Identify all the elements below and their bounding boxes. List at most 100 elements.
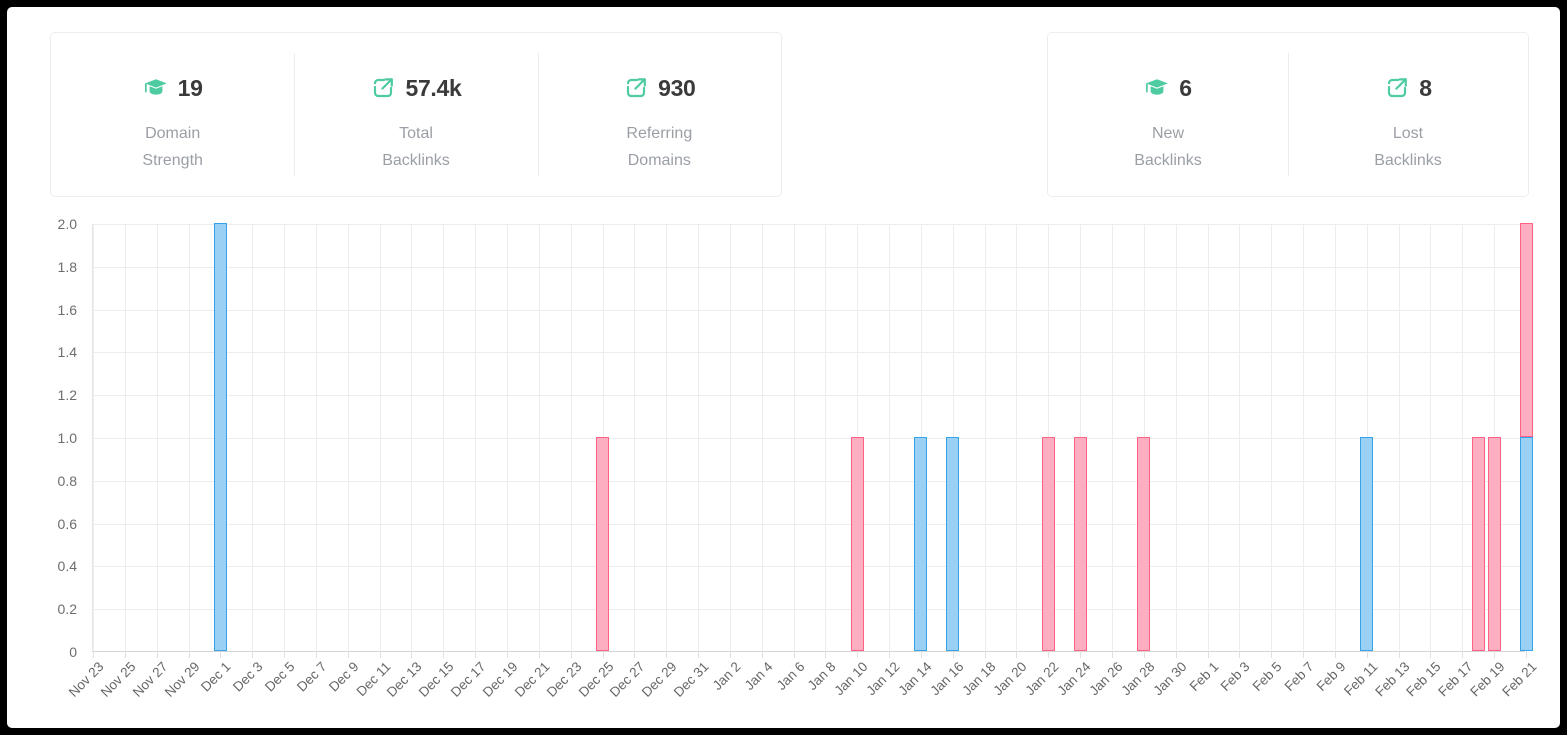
stat-value: 930 <box>658 75 695 101</box>
x-axis-tick <box>316 651 317 658</box>
chart-plot-area[interactable] <box>92 224 1525 652</box>
gridline-vertical <box>1176 224 1177 651</box>
bar-lost-backlinks[interactable] <box>1042 437 1055 651</box>
bar-lost-backlinks[interactable] <box>1520 223 1533 437</box>
x-axis-tick <box>1526 651 1527 658</box>
gridline-vertical <box>93 224 94 651</box>
x-axis-tick <box>1048 651 1049 658</box>
y-axis-tick-label: 1.0 <box>58 430 77 446</box>
gridline-vertical <box>698 224 699 651</box>
gridline-vertical <box>252 224 253 651</box>
x-axis-tick <box>794 651 795 658</box>
gridline-vertical <box>189 224 190 651</box>
gridline-vertical <box>985 224 986 651</box>
gridline-vertical <box>1239 224 1240 651</box>
stat-value-row: 930 <box>623 73 695 103</box>
x-axis-tick <box>921 651 922 658</box>
gridline-vertical <box>1430 224 1431 651</box>
y-axis-tick-label: 0.6 <box>58 516 77 532</box>
bar-new-backlinks[interactable] <box>1520 437 1533 651</box>
x-axis-tick <box>252 651 253 658</box>
gridline-vertical <box>825 224 826 651</box>
primary-metrics-card: 19Domain Strength57.4kTotal Backlinks930… <box>50 32 782 197</box>
x-axis-tick <box>157 651 158 658</box>
gridline-vertical <box>730 224 731 651</box>
bar-lost-backlinks[interactable] <box>596 437 609 651</box>
x-axis-tick <box>634 651 635 658</box>
x-axis-tick <box>857 651 858 658</box>
backlinks-overview-panel: 19Domain Strength57.4kTotal Backlinks930… <box>7 7 1560 728</box>
y-axis-tick-label: 1.6 <box>58 302 77 318</box>
bar-new-backlinks[interactable] <box>946 437 959 651</box>
screenshot-root: 19Domain Strength57.4kTotal Backlinks930… <box>0 0 1567 735</box>
x-axis-tick <box>475 651 476 658</box>
gridline-vertical <box>475 224 476 651</box>
x-axis-tick <box>93 651 94 658</box>
stat-referring-domains: 930 Referring Domains <box>538 33 781 196</box>
gridline-vertical <box>1399 224 1400 651</box>
bar-lost-backlinks[interactable] <box>851 437 864 651</box>
x-axis-tick <box>1335 651 1336 658</box>
gridline-vertical <box>1016 224 1017 651</box>
bar-lost-backlinks[interactable] <box>1472 437 1485 651</box>
stat-value: 57.4k <box>405 75 461 101</box>
stat-value: 6 <box>1179 75 1192 101</box>
x-axis-tick <box>762 651 763 658</box>
x-axis-tick <box>189 651 190 658</box>
gridline-vertical <box>284 224 285 651</box>
gridline-horizontal <box>93 524 1525 525</box>
x-axis-tick <box>1176 651 1177 658</box>
bar-new-backlinks[interactable] <box>914 437 927 651</box>
x-axis-tick <box>889 651 890 658</box>
bar-new-backlinks[interactable] <box>214 223 227 651</box>
x-axis-tick <box>985 651 986 658</box>
external-link-icon <box>623 75 649 101</box>
x-axis-tick <box>730 651 731 658</box>
y-axis-tick-label: 0.2 <box>58 601 77 617</box>
x-axis-tick <box>825 651 826 658</box>
gridline-vertical <box>666 224 667 651</box>
stat-label: Referring Domains <box>626 120 692 174</box>
x-axis-tick <box>380 651 381 658</box>
gridline-vertical <box>1112 224 1113 651</box>
external-link-icon <box>370 75 396 101</box>
stat-domain-strength: 19 Domain Strength <box>51 33 294 196</box>
x-axis-tick <box>953 651 954 658</box>
x-axis-tick <box>1462 651 1463 658</box>
gridline-vertical <box>443 224 444 651</box>
gridline-horizontal <box>93 395 1525 396</box>
x-axis-tick <box>1430 651 1431 658</box>
y-axis-tick-label: 0 <box>69 644 77 660</box>
y-axis-tick-label: 1.8 <box>58 259 77 275</box>
x-axis-tick <box>411 651 412 658</box>
gridline-horizontal <box>93 352 1525 353</box>
graduation-cap-icon <box>1144 75 1170 101</box>
gridline-vertical <box>889 224 890 651</box>
stat-total-backlinks: 57.4kTotal Backlinks <box>294 33 537 196</box>
x-axis-tick <box>1367 651 1368 658</box>
gridline-horizontal <box>93 310 1525 311</box>
bar-lost-backlinks[interactable] <box>1074 437 1087 651</box>
bar-new-backlinks[interactable] <box>1360 437 1373 651</box>
stat-value-row: 8 <box>1384 73 1432 103</box>
stat-new-backlinks: 6 New Backlinks <box>1048 33 1288 196</box>
stat-label: Domain Strength <box>142 120 202 174</box>
gridline-vertical <box>1462 224 1463 651</box>
gridline-horizontal <box>93 438 1525 439</box>
graduation-cap-icon <box>143 75 169 101</box>
x-axis-tick <box>220 651 221 658</box>
stat-label: New Backlinks <box>1134 120 1202 174</box>
x-axis-tick <box>1271 651 1272 658</box>
stat-lost-backlinks: 8Lost Backlinks <box>1288 33 1528 196</box>
x-axis-tick <box>1239 651 1240 658</box>
stat-value-row: 6 <box>1144 73 1192 103</box>
x-axis-tick <box>1208 651 1209 658</box>
x-axis-tick <box>125 651 126 658</box>
bar-lost-backlinks[interactable] <box>1488 437 1501 651</box>
stat-value-row: 19 <box>143 73 203 103</box>
stat-value-row: 57.4k <box>370 73 461 103</box>
gridline-vertical <box>411 224 412 651</box>
gridline-vertical <box>380 224 381 651</box>
bar-lost-backlinks[interactable] <box>1137 437 1150 651</box>
backlink-change-metrics-card: 6 New Backlinks 8Lost Backlinks <box>1047 32 1529 197</box>
